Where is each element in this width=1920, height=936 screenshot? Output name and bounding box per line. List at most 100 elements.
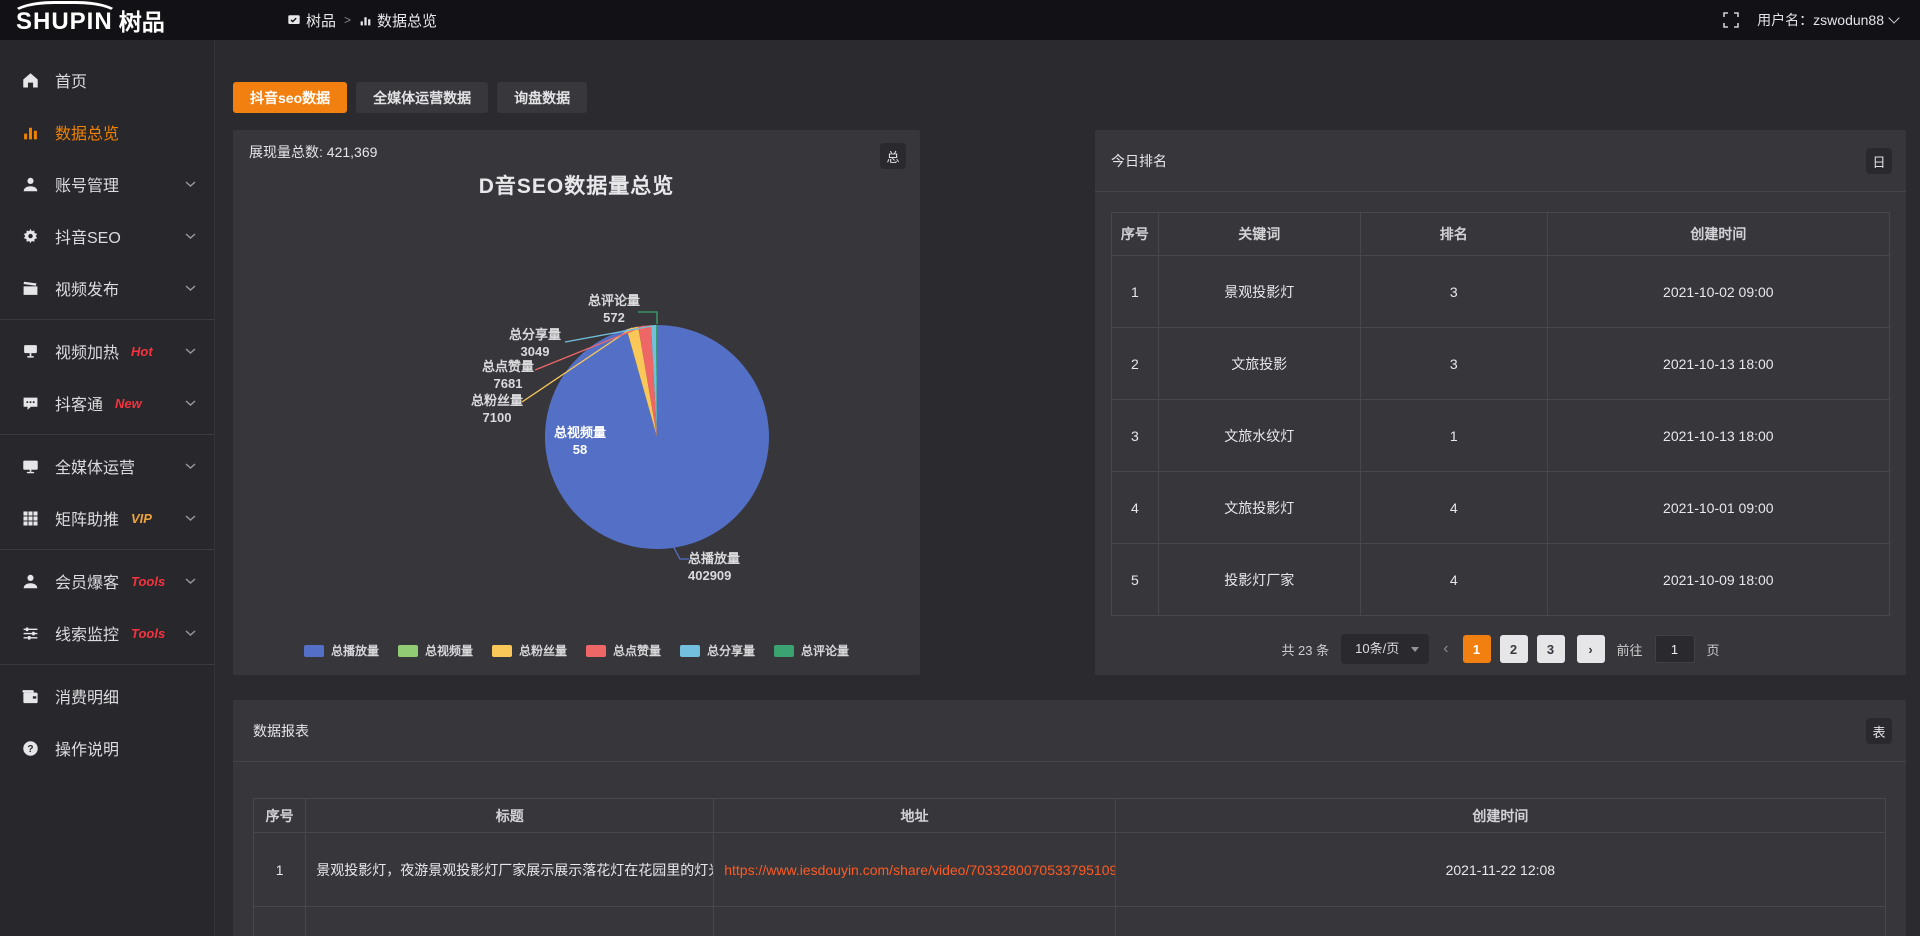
ranking-day-button[interactable]: 日 [1866,148,1892,174]
page-buttons: 123 [1463,635,1565,663]
sidebar-item-video-publish[interactable]: 视频发布 [0,262,214,314]
billboard-icon [22,343,40,360]
report-time: 2021-11-22 12:08 [1115,833,1885,907]
breadcrumb: 树品 > 数据总览 [287,10,437,31]
pie-label-value: 58 [530,441,630,458]
table-row: 1景观投影灯，夜游景观投影灯厂家展示展示落花灯在花园里的灯光投影应用效果 # ht… [254,833,1886,907]
username-label: 用户名：zswodun88 [1757,10,1884,30]
fullscreen-icon[interactable] [1723,12,1739,28]
chevron-down-icon [1888,12,1899,23]
report-card-title: 数据报表 [253,721,309,741]
breadcrumb-page-label: 数据总览 [377,10,437,31]
chevron-down-icon [185,400,196,407]
legend-swatch [774,645,794,657]
sidebar-item-label: 会员爆客 [55,569,119,593]
logo-arc [10,1,120,31]
gear-icon [22,228,40,245]
sidebar-item-douyin-seo[interactable]: 抖音SEO [0,210,214,262]
sidebar-item-label: 视频发布 [55,276,119,300]
sidebar-item-label: 线索监控 [55,621,119,645]
legend-item-5[interactable]: 总评论量 [774,642,849,659]
table-cell: 2021-10-13 18:00 [1547,400,1889,472]
table-cell: 投影灯厂家 [1158,544,1360,616]
table-row: 5投影灯厂家42021-10-09 18:00 [1112,544,1890,616]
page-button-3[interactable]: 3 [1537,635,1565,663]
pie-label-name: 总评论量 [564,292,664,309]
sidebar-item-label: 矩阵助推 [55,506,119,530]
chevron-down-icon [185,233,196,240]
pie-label-value: 3049 [485,343,585,360]
table-row: 3文旅水纹灯12021-10-13 18:00 [1112,400,1890,472]
tab-0[interactable]: 抖音seo数据 [233,82,347,113]
sidebar-item-member-baoke[interactable]: 会员爆客 Tools [0,555,214,607]
chevron-down-icon [185,463,196,470]
prev-page-button[interactable]: ‹ [1441,640,1450,658]
sliders-icon [22,625,40,642]
sidebar-item-label: 抖音SEO [55,224,121,248]
legend-item-4[interactable]: 总分享量 [680,642,755,659]
legend-label: 总点赞量 [613,642,661,659]
legend-item-0[interactable]: 总播放量 [304,642,379,659]
breadcrumb-page[interactable]: 数据总览 [359,10,437,31]
ranking-col-header: 关键词 [1158,213,1360,256]
sidebar-item-douketong[interactable]: 抖客通New [0,377,214,429]
sidebar-badge: New [115,396,142,411]
pie-label-5: 总评论量572 [564,292,664,326]
legend-item-3[interactable]: 总点赞量 [586,642,661,659]
report-col-header: 地址 [714,799,1115,833]
table-cell: 2021-10-02 09:00 [1547,256,1889,328]
goto-label: 前往 [1617,640,1643,659]
legend-label: 总粉丝量 [519,642,567,659]
sidebar-item-label: 视频加热 [55,339,119,363]
legend-item-2[interactable]: 总粉丝量 [492,642,567,659]
report-title: 景观投影灯，夜游景观投影灯厂家展示展示落花灯在花园里的灯光投影应用效果 # [306,833,714,907]
table-cell: 2021-10-09 18:00 [1547,544,1889,616]
legend-swatch [492,645,512,657]
user-icon [22,176,40,193]
table-cell: 2 [1112,328,1159,400]
home-icon [22,72,40,89]
legend-label: 总视频量 [425,642,473,659]
sidebar-item-account[interactable]: 账号管理 [0,158,214,210]
legend-item-1[interactable]: 总视频量 [398,642,473,659]
sidebar-item-home[interactable]: 首页 [0,54,214,106]
logo-text-cn: 树品 [119,4,165,40]
pie-label-name: 总视频量 [530,424,630,441]
goto-page-input[interactable] [1655,635,1695,663]
page-button-1[interactable]: 1 [1463,635,1491,663]
report-index: 1 [254,833,306,907]
data-tabs: 抖音seo数据全媒体运营数据询盘数据 [233,82,1906,113]
tab-1[interactable]: 全媒体运营数据 [356,82,488,113]
report-table: 序号标题地址创建时间 1景观投影灯，夜游景观投影灯厂家展示展示落花灯在花园里的灯… [253,798,1886,936]
page-button-2[interactable]: 2 [1500,635,1528,663]
table-cell: 3 [1360,328,1547,400]
sidebar-item-media-operation[interactable]: 全媒体运营 [0,440,214,492]
legend-label: 总评论量 [801,642,849,659]
tab-2[interactable]: 询盘数据 [497,82,587,113]
sidebar-item-consume-detail[interactable]: 消费明细 [0,670,214,722]
page-size-select[interactable]: 10条/页 [1341,634,1429,664]
report-url-link[interactable]: https://www.iesdouyin.com/share/video/70… [724,862,1115,878]
table-row [254,907,1886,936]
sidebar-item-help[interactable]: ?操作说明 [0,722,214,774]
chevron-down-icon [185,348,196,355]
breadcrumb-app[interactable]: 树品 [287,10,336,31]
sidebar-badge: Tools [131,574,165,589]
clapper-icon [22,280,40,297]
next-page-button[interactable]: › [1577,635,1605,663]
table-cell: 1 [1360,400,1547,472]
sidebar-item-data-overview[interactable]: 数据总览 [0,106,214,158]
pie-label-name: 总播放量 [688,550,788,567]
chart-card: 展现量总数: 421,369 总 D音SEO数据量总览 总播放量402909总视… [233,130,920,675]
user-menu[interactable]: 用户名：zswodun88 [1757,10,1898,30]
report-table-button[interactable]: 表 [1866,718,1892,744]
pie-label-value: 7681 [458,375,558,392]
chat-icon [22,395,40,412]
sidebar-item-matrix-boost[interactable]: 矩阵助推VIP [0,492,214,544]
legend-swatch [586,645,606,657]
sidebar-item-video-heat[interactable]: 视频加热Hot [0,325,214,377]
table-cell: 文旅投影灯 [1158,472,1360,544]
pie-label-4: 总分享量3049 [485,326,585,360]
chevron-down-icon [1411,647,1419,652]
sidebar-item-clue-monitor[interactable]: 线索监控Tools [0,607,214,659]
